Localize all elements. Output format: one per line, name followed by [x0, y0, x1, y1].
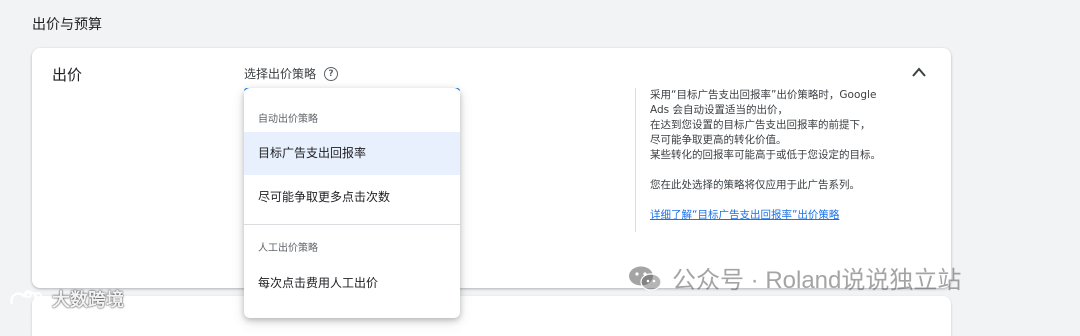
brand-logo-icon — [10, 290, 42, 305]
learn-more-link[interactable]: 详细了解“目标广告支出回报率”出价策略 — [650, 209, 839, 221]
info-panel: 采用“目标广告支出回报率”出价策略时，Google Ads 会自动设置适当的出价… — [635, 88, 910, 232]
info-line: Ads 会自动设置适当的出价， — [650, 104, 788, 116]
option-maximize-clicks[interactable]: 尽可能争取更多点击次数 — [244, 176, 460, 219]
info-line: 尽可能争取更高的转化价值。 — [650, 134, 787, 146]
strategy-dropdown: 自动出价策略 目标广告支出回报率 尽可能争取更多点击次数 人工出价策略 每次点击… — [244, 88, 460, 318]
wechat-watermark-text: 公众号 · Roland说说独立站 — [672, 267, 962, 294]
next-card — [32, 296, 951, 336]
info-line: 采用“目标广告支出回报率”出价策略时，Google — [650, 89, 877, 101]
auto-strategy-header: 自动出价策略 — [258, 114, 318, 125]
info-line: 某些转化的回报率可能高于或低于您设定的目标。 — [650, 149, 881, 161]
option-target-roas[interactable]: 目标广告支出回报率 — [244, 132, 460, 175]
info-note: 您在此处选择的策略将仅应用于此广告系列。 — [650, 179, 860, 191]
bidding-label: 出价 — [52, 66, 83, 84]
strategy-field-label: 选择出价策略 ? — [244, 65, 339, 82]
info-line: 在达到您设置的目标广告支出回报率的前提下， — [650, 119, 871, 131]
manual-strategy-header: 人工出价策略 — [258, 243, 318, 254]
brand-watermark-text: 大数跨境 — [52, 290, 124, 311]
help-circle-icon[interactable]: ? — [324, 66, 339, 81]
chevron-up-icon[interactable] — [911, 66, 927, 78]
brand-watermark: 大数跨境 — [8, 286, 124, 312]
dropdown-divider — [244, 224, 460, 225]
wechat-icon — [629, 266, 662, 291]
bidding-card: 出价 选择出价策略 ? 采用“目标广告支出回报率”出价策略时，Google Ad… — [32, 48, 951, 288]
strategy-label: 选择出价策略 — [244, 67, 317, 81]
section-title: 出价与预算 — [32, 17, 102, 33]
option-manual-cpc[interactable]: 每次点击费用人工出价 — [244, 262, 460, 305]
wechat-watermark: 公众号 · Roland说说独立站 — [628, 260, 961, 295]
